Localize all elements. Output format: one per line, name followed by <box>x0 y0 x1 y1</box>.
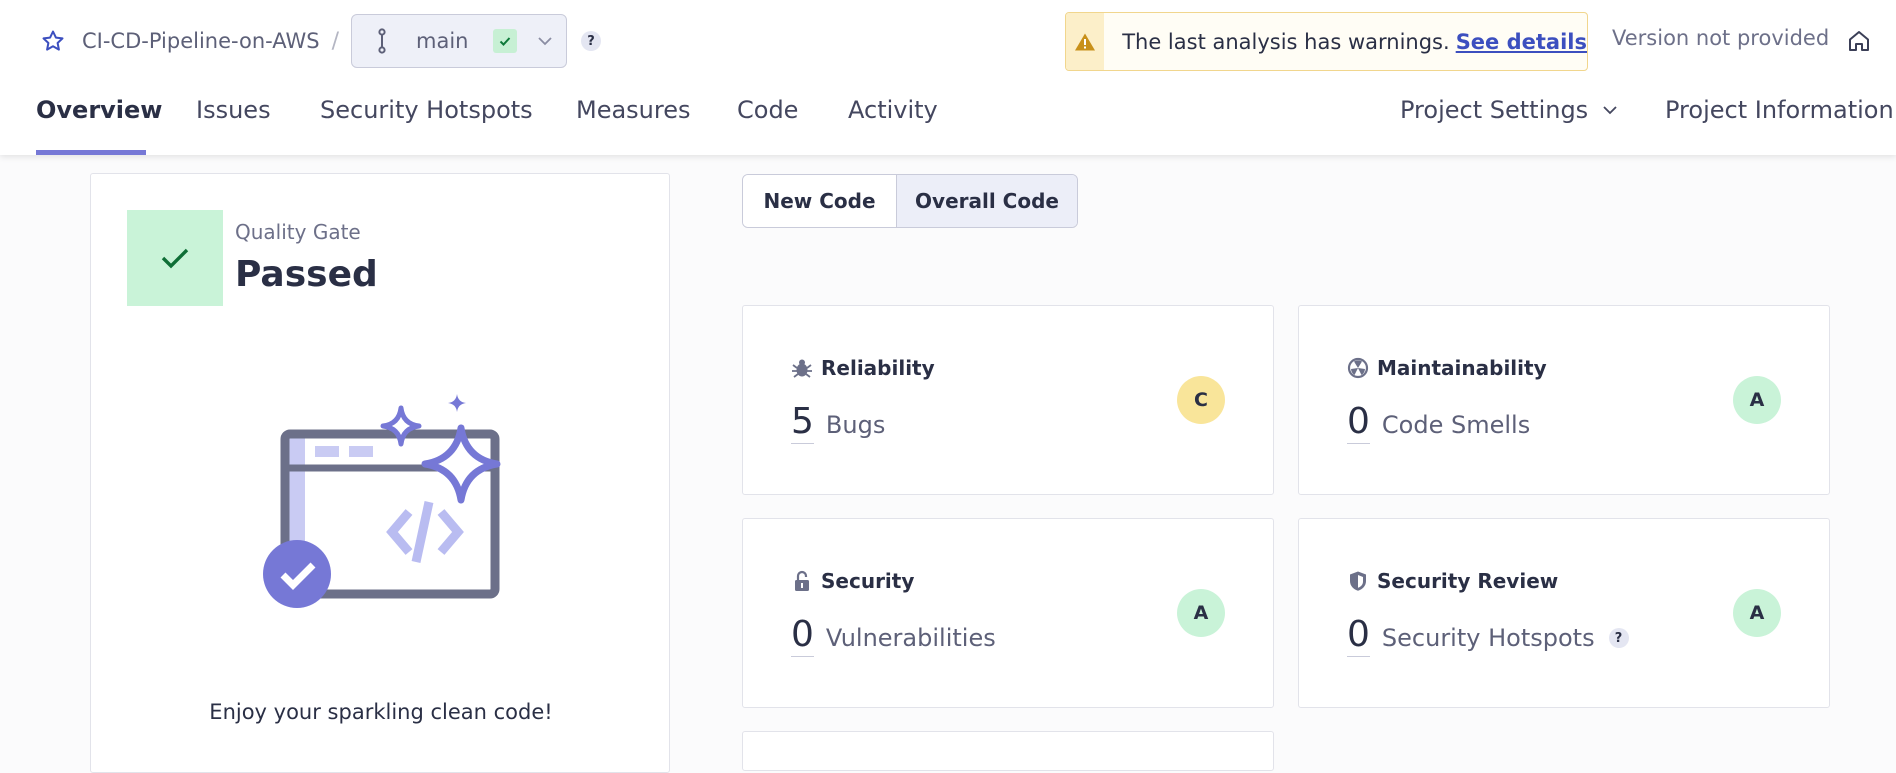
clean-code-illustration <box>263 394 501 608</box>
analysis-warning-banner: The last analysis has warnings. See deta… <box>1065 12 1588 71</box>
home-icon[interactable] <box>1844 26 1874 56</box>
project-information-link[interactable]: Project Information <box>1665 96 1894 124</box>
tab-issues[interactable]: Issues <box>196 96 271 124</box>
quality-gate-label: Quality Gate <box>235 220 361 244</box>
security-value: 0 Vulnerabilities <box>791 615 996 657</box>
tab-measures[interactable]: Measures <box>576 96 691 124</box>
security-rating-badge[interactable]: A <box>1177 589 1225 637</box>
project-tabs: Overview Issues Security Hotspots Measur… <box>0 84 1896 155</box>
vulnerabilities-count[interactable]: 0 <box>791 615 814 657</box>
security-review-rating-badge[interactable]: A <box>1733 589 1781 637</box>
code-smells-count[interactable]: 0 <box>1347 402 1370 444</box>
active-tab-indicator <box>36 150 146 155</box>
security-hotspots-count[interactable]: 0 <box>1347 615 1370 657</box>
maintainability-title: Maintainability <box>1347 356 1547 380</box>
overall-code-button[interactable]: Overall Code <box>897 175 1077 227</box>
security-review-label: Security Review <box>1377 569 1559 593</box>
warning-icon <box>1066 13 1105 70</box>
reliability-title: Reliability <box>791 356 935 380</box>
chevron-down-icon <box>1602 105 1618 115</box>
new-code-button[interactable]: New Code <box>743 175 897 227</box>
reliability-rating-badge[interactable]: C <box>1177 376 1225 424</box>
maintainability-label: Maintainability <box>1377 356 1547 380</box>
branch-icon <box>372 26 392 56</box>
branch-selector[interactable]: main <box>351 14 568 68</box>
reliability-label: Reliability <box>821 356 935 380</box>
project-settings-label: Project Settings <box>1400 96 1589 124</box>
quality-gate-status: Passed <box>235 254 378 295</box>
security-review-value: 0 Security Hotspots ? <box>1347 615 1629 657</box>
branch-name: main <box>416 29 469 53</box>
code-period-toggle: New Code Overall Code <box>742 174 1078 228</box>
security-hotspots-text: Security Hotspots <box>1381 624 1595 652</box>
quality-gate-message: Enjoy your sparkling clean code! <box>209 700 553 724</box>
branch-help-icon[interactable]: ? <box>581 31 602 51</box>
bugs-count[interactable]: 5 <box>791 402 814 444</box>
vulnerabilities-label: Vulnerabilities <box>825 624 996 652</box>
reliability-value: 5 Bugs <box>791 402 885 444</box>
breadcrumb: CI-CD-Pipeline-on-AWS / main ? <box>36 14 602 68</box>
code-smells-label: Code Smells <box>1381 411 1531 439</box>
security-label: Security <box>821 569 915 593</box>
see-details-link[interactable]: See details <box>1456 30 1587 54</box>
bugs-label: Bugs <box>825 411 886 439</box>
breadcrumb-separator: / <box>331 28 340 54</box>
security-review-title: Security Review <box>1347 569 1558 593</box>
security-review-card: Security Review 0 Security Hotspots ? A <box>1298 518 1830 708</box>
shield-icon <box>1347 570 1369 592</box>
quality-gate-check-icon <box>127 210 223 306</box>
bug-icon <box>791 357 813 379</box>
star-icon[interactable] <box>36 14 70 68</box>
project-name[interactable]: CI-CD-Pipeline-on-AWS <box>82 29 320 53</box>
quality-gate-panel: Quality Gate Passed Enjoy your sparkling… <box>90 173 670 773</box>
tab-security-hotspots[interactable]: Security Hotspots <box>320 96 533 124</box>
tab-activity[interactable]: Activity <box>848 96 938 124</box>
maintainability-card: Maintainability 0 Code Smells A <box>1298 305 1830 495</box>
warning-text: The last analysis has warnings. <box>1122 29 1450 54</box>
branch-status-check-icon <box>492 29 517 53</box>
project-settings-menu[interactable]: Project Settings <box>1400 96 1618 124</box>
tab-code[interactable]: Code <box>737 96 798 124</box>
security-hotspots-help-icon[interactable]: ? <box>1608 628 1629 648</box>
top-bar: CI-CD-Pipeline-on-AWS / main ? The last … <box>0 0 1896 155</box>
code-smell-icon <box>1347 357 1369 379</box>
security-hotspots-label: Security Hotspots ? <box>1382 624 1629 652</box>
security-card: Security 0 Vulnerabilities A <box>742 518 1274 708</box>
security-title: Security <box>791 569 914 593</box>
maintainability-value: 0 Code Smells <box>1347 402 1530 444</box>
tab-overview[interactable]: Overview <box>36 96 162 124</box>
chevron-down-icon <box>535 36 555 46</box>
additional-metric-card <box>742 731 1274 771</box>
maintainability-rating-badge[interactable]: A <box>1733 376 1781 424</box>
reliability-card: Reliability 5 Bugs C <box>742 305 1274 495</box>
version-label: Version not provided <box>1612 26 1830 50</box>
lock-icon <box>791 570 813 592</box>
